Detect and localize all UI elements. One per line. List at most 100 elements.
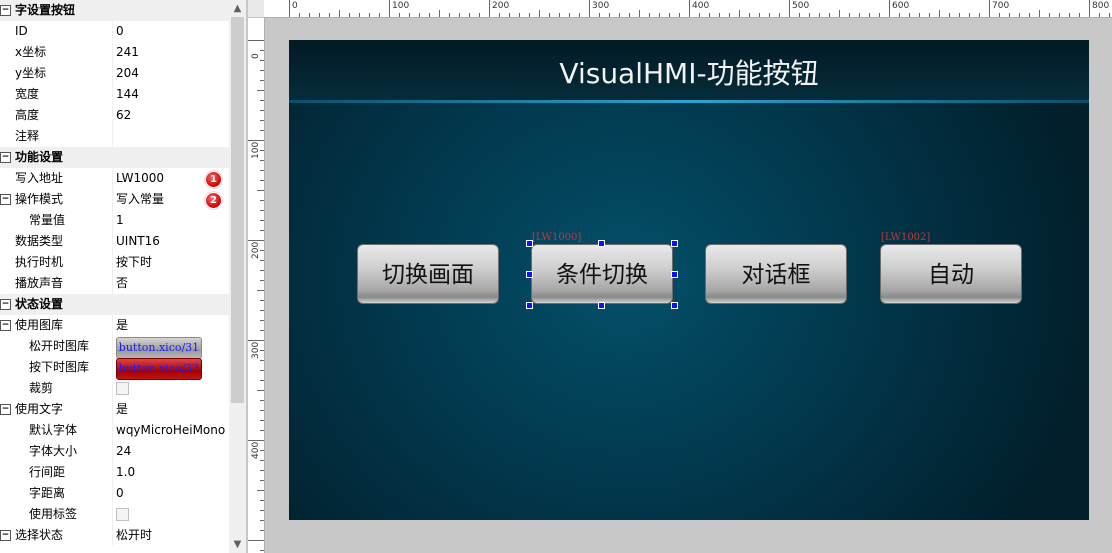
image-library-button[interactable]: button.xico/31 xyxy=(116,337,202,359)
ruler-tick xyxy=(449,13,450,17)
property-row[interactable]: 执行时机 按下时 xyxy=(0,252,229,273)
collapse-toggle-icon[interactable]: − xyxy=(0,5,11,16)
ruler-tick xyxy=(889,0,890,17)
hmi-button-dialog[interactable]: 对话框 xyxy=(705,244,847,304)
collapse-toggle-icon[interactable]: − xyxy=(0,404,11,415)
column-divider xyxy=(112,336,113,357)
property-row[interactable]: x坐标 241 xyxy=(0,42,229,63)
property-row[interactable]: 行间距 1.0 xyxy=(0,462,229,483)
property-value[interactable]: 写入常量 xyxy=(116,189,164,210)
column-divider xyxy=(112,168,113,189)
property-value[interactable]: 0 xyxy=(116,21,124,42)
property-row[interactable]: 宽度 144 xyxy=(0,84,229,105)
property-value[interactable]: 按下时 xyxy=(116,252,152,273)
collapse-toggle-icon[interactable]: − xyxy=(0,530,11,541)
selection-handle[interactable] xyxy=(671,240,678,247)
selection-handle[interactable] xyxy=(598,240,605,247)
property-row[interactable]: 默认字体 wqyMicroHeiMono xyxy=(0,420,229,441)
selection-handle[interactable] xyxy=(526,240,533,247)
property-value[interactable]: 241 xyxy=(116,42,139,63)
property-category[interactable]: − 字设置按钮 xyxy=(0,0,229,21)
ruler-tick xyxy=(859,13,860,17)
property-value[interactable]: 0 xyxy=(116,483,124,504)
property-row[interactable]: − 使用文字 是 xyxy=(0,399,229,420)
property-row[interactable]: 松开时图库 button.xico/31 xyxy=(0,336,229,359)
property-value[interactable]: 松开时 xyxy=(116,525,152,546)
selection-handle[interactable] xyxy=(526,302,533,309)
scroll-up-icon[interactable]: ▲ xyxy=(229,0,246,17)
ruler-tick xyxy=(729,13,730,17)
selection-handle[interactable] xyxy=(671,302,678,309)
property-value[interactable]: 62 xyxy=(116,105,131,126)
property-checkbox[interactable] xyxy=(116,382,129,395)
image-library-button[interactable]: button.xico/33 xyxy=(116,358,202,380)
property-row[interactable]: 字体大小 24 xyxy=(0,441,229,462)
ruler-tick xyxy=(260,310,264,311)
property-label: 数据类型 xyxy=(15,234,64,248)
property-value[interactable]: 204 xyxy=(116,63,139,84)
property-value[interactable]: 24 xyxy=(116,441,131,462)
scroll-down-icon[interactable]: ▼ xyxy=(229,536,246,553)
property-value[interactable]: 是 xyxy=(116,315,128,336)
ruler-tick xyxy=(469,13,470,17)
ruler-tick xyxy=(739,10,740,17)
hmi-button-conditional-switch[interactable]: 条件切换 xyxy=(531,244,673,304)
property-row[interactable]: 数据类型 UINT16 xyxy=(0,231,229,252)
ruler-tick xyxy=(260,500,264,501)
ruler-tick xyxy=(260,300,264,301)
property-row[interactable]: ID 0 xyxy=(0,21,229,42)
property-row[interactable]: 注释 xyxy=(0,126,229,147)
property-row[interactable]: − 选择状态 松开时 xyxy=(0,525,229,546)
property-category[interactable]: − 功能设置 xyxy=(0,147,229,168)
ruler-tick xyxy=(289,0,290,17)
scroll-thumb[interactable] xyxy=(231,17,244,403)
property-value[interactable]: LW1000 xyxy=(116,168,164,189)
ruler-tick xyxy=(559,13,560,17)
property-row[interactable]: 播放声音 否 xyxy=(0,273,229,294)
selection-handle[interactable] xyxy=(671,271,678,278)
hmi-screen-canvas[interactable]: VisualHMI-功能按钮 [LW1000] [LW1002] 切换画面 条件… xyxy=(289,40,1089,520)
property-value[interactable]: 144 xyxy=(116,84,139,105)
ruler-tick xyxy=(260,400,264,401)
property-row[interactable]: 使用标签 xyxy=(0,504,229,525)
property-label: 选择状态 xyxy=(15,528,64,542)
property-row[interactable]: y坐标 204 xyxy=(0,63,229,84)
ruler-tick xyxy=(260,370,264,371)
property-row[interactable]: − 使用图库 是 xyxy=(0,315,229,336)
column-divider xyxy=(112,84,113,105)
property-label: 行间距 xyxy=(29,465,66,479)
ruler-tick xyxy=(429,13,430,17)
hmi-button-auto[interactable]: 自动 xyxy=(880,244,1022,304)
property-value[interactable]: 1.0 xyxy=(116,462,135,483)
collapse-toggle-icon[interactable]: − xyxy=(0,152,11,163)
collapse-toggle-icon[interactable]: − xyxy=(0,194,11,205)
property-row[interactable]: 高度 62 xyxy=(0,105,229,126)
ruler-tick xyxy=(260,260,264,261)
property-value[interactable]: UINT16 xyxy=(116,231,160,252)
property-label: 状态设置 xyxy=(15,297,64,311)
hmi-title: VisualHMI-功能按钮 xyxy=(559,57,819,90)
selection-handle[interactable] xyxy=(598,302,605,309)
ruler-tick xyxy=(260,170,264,171)
property-category[interactable]: − 状态设置 xyxy=(0,294,229,315)
ruler-tick xyxy=(719,13,720,17)
property-value[interactable]: 否 xyxy=(116,273,128,294)
property-scrollbar[interactable]: ▲ ▼ xyxy=(229,0,246,553)
property-row[interactable]: 按下时图库 button.xico/33 xyxy=(0,357,229,380)
property-row[interactable]: − 操作模式 写入常量 2 xyxy=(0,189,229,210)
property-row[interactable]: 常量值 1 xyxy=(0,210,229,231)
ruler-tick xyxy=(579,13,580,17)
collapse-toggle-icon[interactable]: − xyxy=(0,299,11,310)
property-row[interactable]: 写入地址 LW1000 1 xyxy=(0,168,229,189)
property-row[interactable]: 裁剪 xyxy=(0,378,229,399)
ruler-tick xyxy=(260,130,264,131)
property-value[interactable]: 1 xyxy=(116,210,124,231)
property-value[interactable]: 是 xyxy=(116,399,128,420)
property-checkbox[interactable] xyxy=(116,508,129,521)
property-value[interactable]: wqyMicroHeiMono xyxy=(116,420,225,441)
ruler-tick xyxy=(679,13,680,17)
selection-handle[interactable] xyxy=(526,271,533,278)
hmi-button-switch-screen[interactable]: 切换画面 xyxy=(357,244,499,304)
property-row[interactable]: 字距离 0 xyxy=(0,483,229,504)
collapse-toggle-icon[interactable]: − xyxy=(0,320,11,331)
